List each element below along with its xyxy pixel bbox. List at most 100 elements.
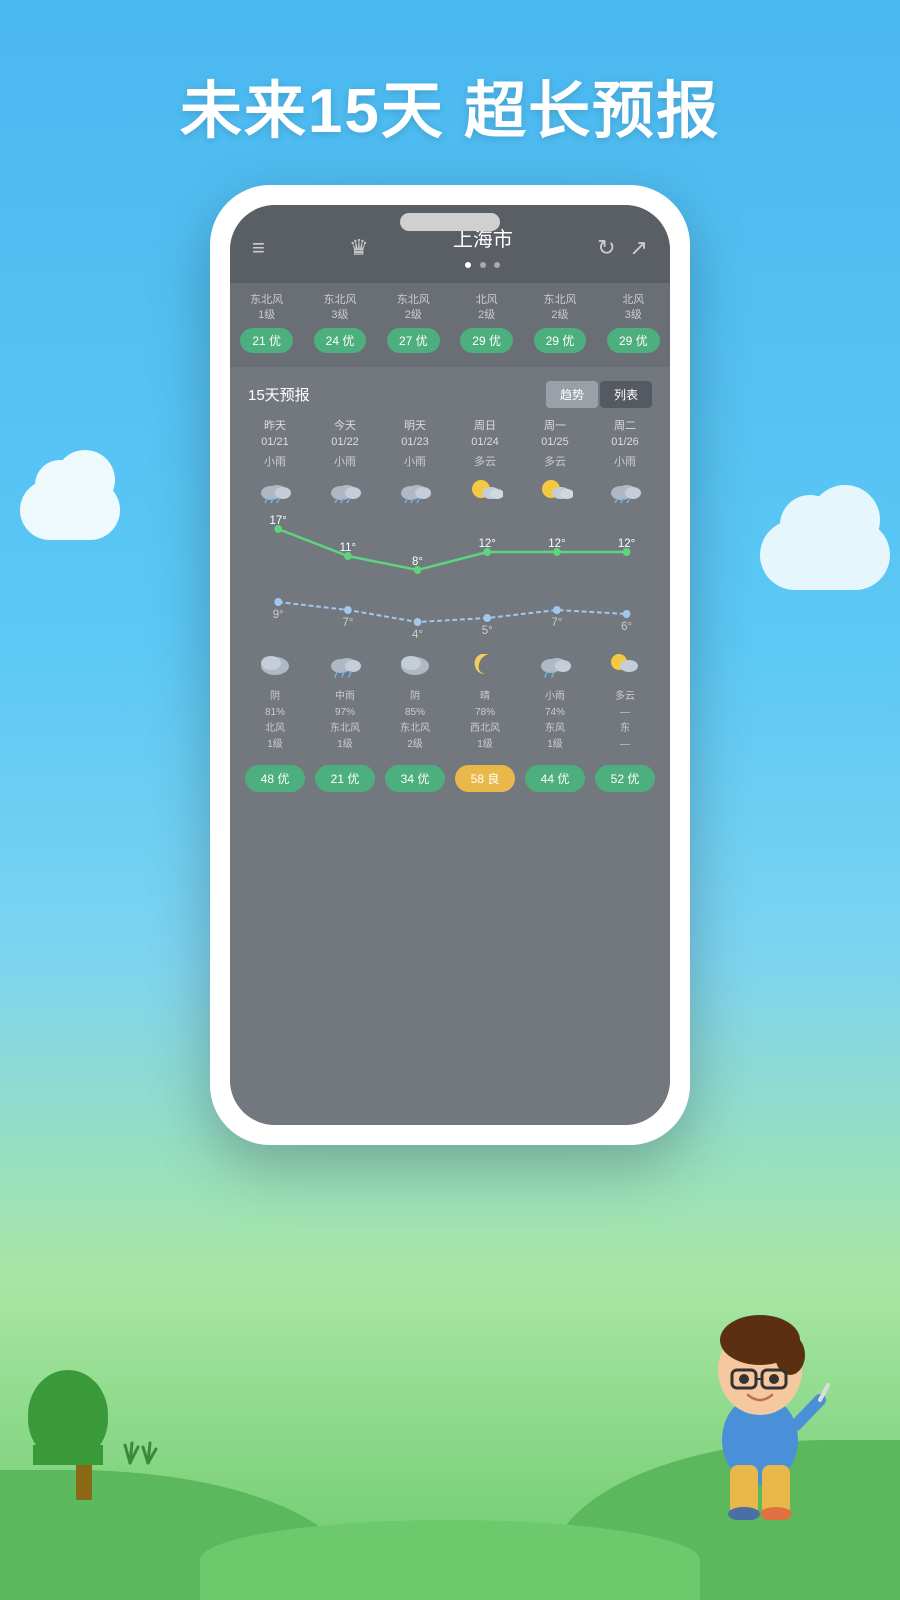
phone-notch	[400, 213, 500, 231]
night-icon-5	[590, 650, 660, 685]
day-label-3: 周日01/24	[450, 418, 520, 451]
svg-text:4°: 4°	[412, 628, 423, 641]
svg-text:6°: 6°	[621, 620, 632, 633]
tree	[60, 1370, 108, 1500]
day-col-5: 周二01/26 小雨	[590, 418, 660, 469]
grass-mid	[200, 1520, 700, 1600]
day-weather-2: 小雨	[380, 453, 450, 469]
aqi-badge-4: 29 优	[534, 328, 587, 353]
phone-screen: ≡ ♛ 上海市 ↻ ↗ 东北风1级	[230, 205, 670, 1125]
page-dots	[453, 255, 513, 273]
day-icons-row	[230, 475, 670, 510]
tree-trunk	[76, 1460, 92, 1500]
wind-label-1: 东北风3级	[314, 293, 367, 324]
night-icons-row	[230, 650, 670, 685]
aqi-item-3: 北风2级 29 优	[460, 293, 513, 353]
trend-button[interactable]: 趋势	[546, 381, 598, 408]
day-label-4: 周一01/25	[520, 418, 590, 451]
detail-night-weather-5: 多云—东—	[590, 689, 660, 753]
list-button[interactable]: 列表	[600, 381, 652, 408]
day-icon-4	[520, 475, 590, 510]
day-label-0: 昨天01/21	[240, 418, 310, 451]
detail-row: 阴81%北风1级 中雨97%东北风1级 阴85%东北风2级 晴78%西北风1级 …	[230, 689, 670, 753]
svg-text:5°: 5°	[482, 624, 493, 637]
aqi-item-0: 东北风1级 21 优	[240, 293, 293, 353]
svg-text:7°: 7°	[342, 616, 353, 629]
forecast-buttons: 趋势 列表	[546, 381, 652, 408]
menu-icon[interactable]: ≡	[252, 235, 265, 261]
day-col-3: 周日01/24 多云	[450, 418, 520, 469]
detail-col-4: 小雨74%东风1级	[520, 689, 590, 753]
bottom-aqi-1: 21 优	[315, 765, 376, 792]
day-col-1: 今天01/22 小雨	[310, 418, 380, 469]
forecast-header: 15天预报 趋势 列表	[230, 367, 670, 418]
aqi-badge-1: 24 优	[314, 328, 367, 353]
svg-text:12°: 12°	[548, 537, 565, 550]
cloud-left	[20, 480, 120, 540]
cloud-right	[760, 520, 890, 590]
forecast-title: 15天预报	[248, 384, 310, 405]
days-header-row: 昨天01/21 小雨 今天01/22 小雨 明天01/23 小雨 周日01/24…	[230, 418, 670, 469]
detail-night-weather-1: 中雨97%东北风1级	[310, 689, 380, 753]
day-label-1: 今天01/22	[310, 418, 380, 451]
svg-text:7°: 7°	[551, 616, 562, 629]
share-icon[interactable]: ↗	[630, 235, 648, 261]
tree-leaves	[28, 1370, 108, 1460]
night-icon-1	[310, 650, 380, 685]
dot-2	[480, 262, 486, 268]
landscape	[0, 1300, 900, 1600]
detail-night-weather-0: 阴81%北风1级	[240, 689, 310, 753]
air-quality-row: 东北风1级 21 优 东北风3级 24 优 东北风2级 27 优 北风2级 29…	[230, 283, 670, 367]
phone-mockup: ≡ ♛ 上海市 ↻ ↗ 东北风1级	[210, 185, 690, 1145]
day-label-5: 周二01/26	[590, 418, 660, 451]
day-weather-5: 小雨	[590, 453, 660, 469]
detail-col-3: 晴78%西北风1级	[450, 689, 520, 753]
night-icon-2	[380, 650, 450, 685]
night-icon-0	[240, 650, 310, 685]
aqi-item-5: 北风3级 29 优	[607, 293, 660, 353]
day-icon-2	[380, 475, 450, 510]
aqi-badge-3: 29 优	[460, 328, 513, 353]
dot-3	[494, 262, 500, 268]
phone-frame: ≡ ♛ 上海市 ↻ ↗ 东北风1级	[210, 185, 690, 1145]
day-icon-0	[240, 475, 310, 510]
day-icon-1	[310, 475, 380, 510]
detail-col-2: 阴85%东北风2级	[380, 689, 450, 753]
bottom-aqi-3: 58 良	[455, 765, 516, 792]
day-col-0: 昨天01/21 小雨	[240, 418, 310, 469]
wind-label-0: 东北风1级	[240, 293, 293, 324]
wind-label-3: 北风2级	[460, 293, 513, 324]
svg-text:9°: 9°	[273, 608, 284, 621]
forecast-section: 15天预报 趋势 列表 昨天01/21 小雨 今天01/22 小雨	[230, 367, 670, 1125]
svg-text:12°: 12°	[618, 537, 635, 550]
svg-text:8°: 8°	[412, 555, 423, 568]
crown-icon[interactable]: ♛	[349, 235, 369, 261]
aqi-badge-0: 21 优	[240, 328, 293, 353]
day-weather-0: 小雨	[240, 453, 310, 469]
aqi-item-2: 东北风2级 27 优	[387, 293, 440, 353]
detail-col-5: 多云—东—	[590, 689, 660, 753]
wind-label-2: 东北风2级	[387, 293, 440, 324]
detail-night-weather-4: 小雨74%东风1级	[520, 689, 590, 753]
grass-tufts	[120, 1435, 170, 1470]
svg-text:11°: 11°	[340, 541, 356, 554]
detail-night-weather-2: 阴85%东北风2级	[380, 689, 450, 753]
day-icon-3	[450, 475, 520, 510]
refresh-icon[interactable]: ↻	[597, 235, 615, 261]
day-weather-4: 多云	[520, 453, 590, 469]
wind-label-5: 北风3级	[607, 293, 660, 324]
day-weather-1: 小雨	[310, 453, 380, 469]
day-col-2: 明天01/23 小雨	[380, 418, 450, 469]
bottom-aqi-0: 48 优	[245, 765, 306, 792]
bottom-aqi-5: 52 优	[595, 765, 656, 792]
detail-col-0: 阴81%北风1级	[240, 689, 310, 753]
day-weather-3: 多云	[450, 453, 520, 469]
aqi-badge-5: 29 优	[607, 328, 660, 353]
bottom-aqi-2: 34 优	[385, 765, 446, 792]
aqi-item-4: 东北风2级 29 优	[534, 293, 587, 353]
aqi-badge-2: 27 优	[387, 328, 440, 353]
detail-night-weather-3: 晴78%西北风1级	[450, 689, 520, 753]
wind-label-4: 东北风2级	[534, 293, 587, 324]
temp-chart: 17° 11° 8° 12° 12° 12°	[240, 514, 660, 644]
aqi-item-1: 东北风3级 24 优	[314, 293, 367, 353]
